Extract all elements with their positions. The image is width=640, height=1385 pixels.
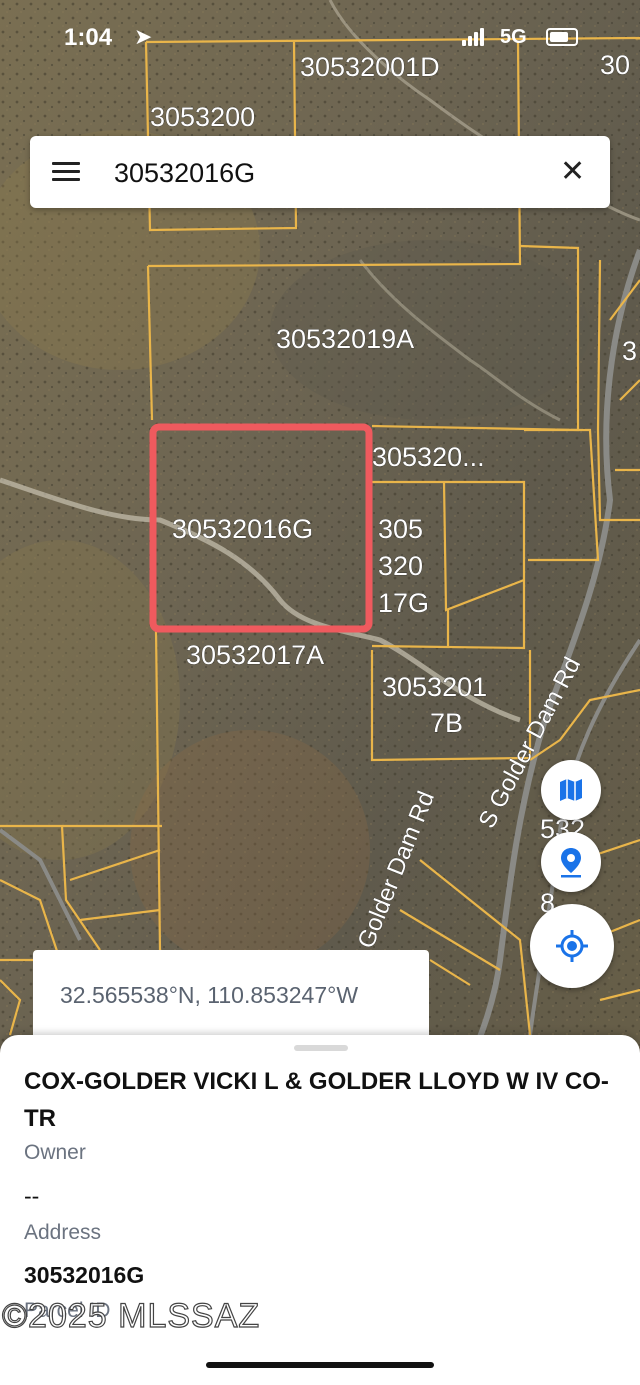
location-arrow-icon: ➤ — [134, 24, 153, 49]
place-marker-button[interactable] — [541, 832, 601, 892]
menu-icon[interactable] — [52, 162, 80, 182]
map-icon — [560, 779, 582, 801]
close-icon[interactable]: ✕ — [560, 154, 585, 189]
home-indicator[interactable] — [206, 1362, 434, 1368]
address-value: -- — [24, 1183, 40, 1209]
parcel-label[interactable]: 3 — [622, 336, 638, 367]
selected-parcel-label[interactable]: 30532016G — [172, 514, 314, 545]
drag-handle[interactable] — [294, 1045, 348, 1051]
address-label: Address — [24, 1221, 102, 1244]
parcel-label[interactable]: 3053200 — [150, 102, 256, 133]
parcel-label[interactable]: 17G — [378, 588, 430, 619]
crosshair-icon — [556, 930, 588, 962]
parcel-info-sheet[interactable]: COX-GOLDER VICKI L & GOLDER LLOYD W IV C… — [0, 1035, 640, 1385]
my-location-button[interactable] — [530, 904, 614, 988]
parcel-id-value: 30532016G — [24, 1262, 145, 1288]
search-input[interactable]: 30532016G — [114, 158, 255, 189]
parcel-label[interactable]: 3053201 — [382, 672, 488, 703]
network-type: 5G — [500, 26, 527, 48]
location-pin-icon — [561, 848, 581, 878]
map-layers-button[interactable] — [541, 760, 601, 820]
coordinates-text: 32.565538°N, 110.853247°W — [60, 982, 359, 1008]
parcel-label[interactable]: 7B — [430, 708, 464, 739]
coordinates-card[interactable]: 32.565538°N, 110.853247°W — [33, 950, 429, 1042]
status-time: 1:04 — [64, 24, 113, 51]
parcel-label[interactable]: 320 — [378, 551, 424, 582]
mls-watermark: ©2025 MLSSAZ — [1, 1296, 261, 1335]
owner-label: Owner — [24, 1141, 86, 1164]
parcel-label[interactable]: 30532019A — [276, 324, 415, 355]
status-bar: 1:04 ➤ 5G — [0, 0, 640, 70]
owner-name: COX-GOLDER VICKI L & GOLDER LLOYD W IV C… — [24, 1068, 609, 1132]
parcel-label[interactable]: 305 — [378, 514, 424, 545]
battery-icon — [546, 28, 578, 46]
search-bar[interactable]: 30532016G ✕ — [30, 136, 610, 208]
parcel-label[interactable]: 305320... — [372, 442, 485, 473]
signal-icon — [462, 28, 484, 46]
parcel-label[interactable]: 30532017A — [186, 640, 325, 671]
